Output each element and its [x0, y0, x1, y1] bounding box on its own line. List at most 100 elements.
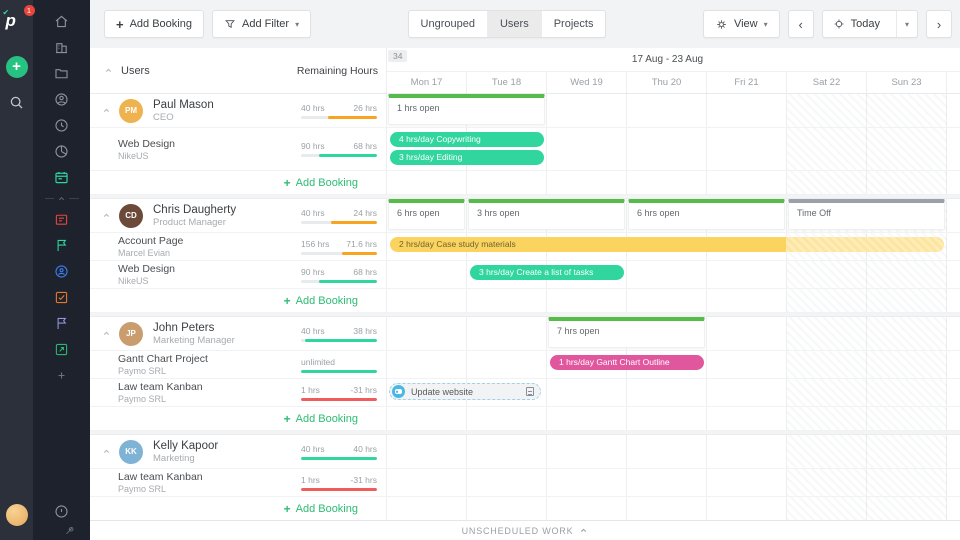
remaining-hours-cell: 156 hrs71.6 hrs	[301, 239, 377, 255]
sidebar-item-company[interactable]	[47, 38, 77, 57]
search-icon[interactable]	[8, 94, 25, 111]
view-tabs: UngroupedUsersProjects	[408, 10, 607, 38]
planned-hours: 90 hrs	[301, 267, 325, 277]
gear-icon	[715, 18, 728, 31]
sidebar-item-projects[interactable]	[47, 64, 77, 83]
add-booking-button[interactable]: +Add Booking	[284, 294, 358, 308]
project-client: Marcel Evian	[118, 248, 183, 258]
add-booking-label: Add Booking	[296, 413, 358, 425]
remaining-hours-cell: 40 hrs24 hrs	[301, 208, 377, 224]
booking-pill[interactable]: 2 hrs/day Case study materials	[390, 237, 944, 252]
user-role: CEO	[153, 112, 214, 123]
user-role: Product Manager	[153, 217, 236, 228]
funnel-icon	[224, 18, 236, 30]
sidebar-item-home[interactable]	[47, 12, 77, 31]
user-role: Marketing	[153, 453, 218, 464]
sidebar-item-time[interactable]	[47, 116, 77, 135]
view-options-button[interactable]: View ▾	[703, 10, 780, 38]
unscheduled-task-card[interactable]: Update website	[389, 383, 541, 400]
hours-progress-bar	[301, 280, 377, 283]
booking-pill[interactable]: 3 hrs/day Create a list of tasks	[470, 265, 624, 280]
weekend-shade	[787, 171, 947, 194]
sidebar-item-board[interactable]	[47, 210, 77, 229]
project-name: Account Page	[118, 235, 183, 247]
target-icon	[833, 18, 845, 30]
hours-progress-bar	[301, 221, 377, 224]
user-row: CDChris DaughertyProduct Manager40 hrs24…	[90, 199, 960, 233]
capacity-block: 6 hrs open	[388, 199, 465, 230]
user-name: Paul Mason	[153, 99, 214, 111]
chevron-up-icon[interactable]	[102, 329, 111, 338]
sidebar-item-add-module[interactable]	[47, 366, 77, 385]
hours-progress-bar	[301, 116, 377, 119]
remaining-hours: 24 hrs	[353, 208, 377, 218]
note-icon	[526, 387, 534, 396]
sidebar-item-clients[interactable]	[47, 90, 77, 109]
calendar-lane: 1 hrs open	[387, 94, 960, 127]
remaining-hours: 68 hrs	[353, 141, 377, 151]
tab-projects[interactable]: Projects	[542, 11, 606, 37]
planned-hours: 1 hrs	[301, 475, 320, 485]
chevron-up-icon[interactable]	[102, 447, 111, 456]
project-row: Gantt Chart ProjectPaymo SRL unlimited 1 h…	[90, 351, 960, 379]
project-client: NikeUS	[118, 276, 175, 286]
avatar: JP	[119, 322, 143, 346]
weekend-shade	[787, 435, 947, 468]
chevron-up-icon[interactable]	[102, 211, 111, 220]
add-booking-button[interactable]: +Add Booking	[284, 412, 358, 426]
tab-users[interactable]: Users	[488, 11, 542, 37]
toolbar: + Add Booking Add Filter ▾ UngroupedUser…	[90, 0, 960, 48]
day-header: Fri 21	[707, 72, 787, 93]
capacity-block: 3 hrs open	[468, 199, 625, 230]
plus-icon: +	[284, 502, 291, 516]
avatar: PM	[119, 99, 143, 123]
hours-progress-bar	[301, 398, 377, 401]
date-picker-caret[interactable]: ▾	[896, 11, 917, 37]
booking-pill[interactable]: 3 hrs/day Editing	[390, 150, 544, 165]
next-week-button[interactable]: ›	[926, 10, 952, 38]
booking-pill[interactable]: 4 hrs/day Copywriting	[390, 132, 544, 147]
sidebar-item-flag-teal[interactable]	[47, 236, 77, 255]
today-button[interactable]: Today	[823, 11, 890, 37]
sidebar-item-community[interactable]	[47, 262, 77, 281]
unscheduled-work-bar[interactable]: UNSCHEDULED WORK	[90, 520, 960, 540]
settings-wrench-icon[interactable]	[64, 525, 75, 536]
day-header: Wed 19	[547, 72, 627, 93]
hours-progress-bar	[301, 457, 377, 460]
recent-activity-icon[interactable]	[47, 502, 77, 521]
remaining-hours-cell: 90 hrs68 hrs	[301, 141, 377, 157]
paymo-logo[interactable]: p ✔ 1	[6, 10, 28, 32]
booking-pill[interactable]: 1 hrs/day Gantt Chart Outline	[550, 355, 704, 370]
add-booking-button[interactable]: +Add Booking	[284, 176, 358, 190]
sidebar-item-scheduling[interactable]	[47, 168, 77, 187]
remaining-hours: 26 hrs	[353, 103, 377, 113]
project-client: Paymo SRL	[118, 366, 208, 376]
sidebar-item-tasks[interactable]	[47, 288, 77, 307]
remaining-hours-cell: unlimited	[301, 357, 377, 373]
logo-check-icon: ✔	[3, 8, 10, 17]
prev-week-button[interactable]: ‹	[788, 10, 814, 38]
add-booking-button[interactable]: +Add Booking	[284, 502, 358, 516]
today-button-group: Today ▾	[822, 10, 918, 38]
global-add-button[interactable]: +	[6, 56, 28, 78]
calendar-lane	[387, 171, 960, 194]
add-booking-toolbar-button[interactable]: + Add Booking	[104, 10, 204, 38]
weekend-shade	[787, 94, 947, 127]
tab-ungrouped[interactable]: Ungrouped	[409, 11, 488, 37]
chevron-up-icon[interactable]	[102, 106, 111, 115]
user-row: PMPaul MasonCEO40 hrs26 hrs1 hrs open	[90, 94, 960, 128]
capacity-label: 1 hrs open	[397, 103, 440, 113]
planned-hours: unlimited	[301, 357, 335, 367]
collapse-all-icon[interactable]	[104, 66, 113, 75]
sidebar-item-shared[interactable]	[47, 340, 77, 359]
sidebar-item-reports[interactable]	[47, 142, 77, 161]
booking-label: 2 hrs/day Case study materials	[399, 239, 516, 249]
current-user-avatar[interactable]	[6, 504, 28, 526]
add-filter-button[interactable]: Add Filter ▾	[212, 10, 311, 38]
sidebar-item-flag-violet[interactable]	[47, 314, 77, 333]
remaining-hours-cell: 1 hrs-31 hrs	[301, 385, 377, 401]
project-name: Gantt Chart Project	[118, 353, 208, 365]
day-header: Thu 20	[627, 72, 707, 93]
sidebar-collapse-divider[interactable]	[45, 194, 79, 203]
chevron-up-icon	[579, 526, 588, 535]
